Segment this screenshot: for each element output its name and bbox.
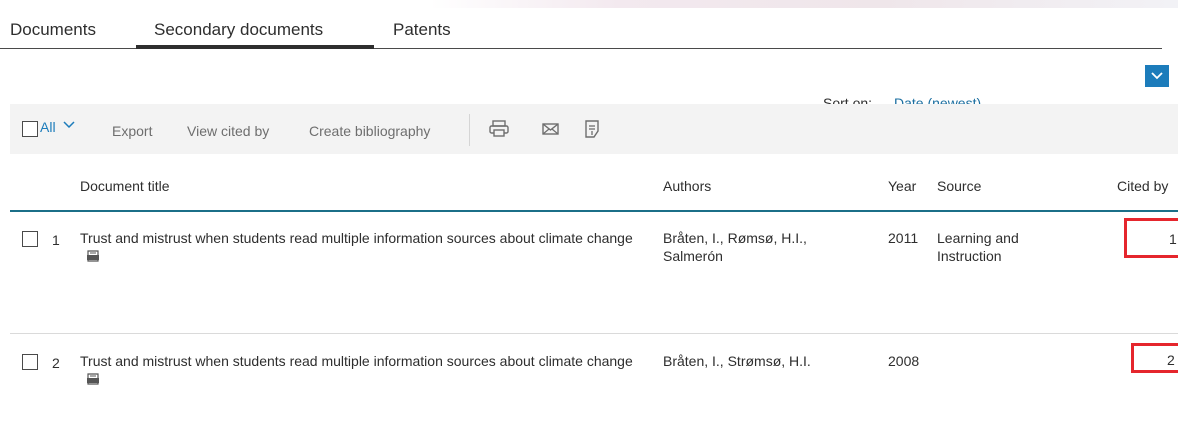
create-bibliography-button[interactable]: Create bibliography <box>309 123 430 139</box>
source-cell[interactable]: Learning and Instruction <box>937 229 1057 265</box>
column-header-year[interactable]: Year <box>888 178 916 194</box>
top-banner-strip <box>430 0 1178 8</box>
column-header-cited-by[interactable]: Cited by <box>1117 178 1168 194</box>
authors-cell[interactable]: Bråten, I., Rømsø, H.I., Salmerón <box>663 229 863 265</box>
document-title-link[interactable]: Trust and mistrust when students read mu… <box>80 230 633 246</box>
active-tab-indicator <box>136 45 374 49</box>
email-icon[interactable] <box>541 119 561 139</box>
row-checkbox[interactable] <box>22 354 38 370</box>
print-icon[interactable] <box>488 119 510 139</box>
row-number: 2 <box>52 355 60 371</box>
row-checkbox[interactable] <box>22 231 38 247</box>
results-tabs: Documents Secondary documents Patents <box>0 14 1162 49</box>
authors-cell[interactable]: Bråten, I., Strømsø, H.I. <box>663 352 863 370</box>
row-separator <box>10 333 1178 334</box>
tab-documents[interactable]: Documents <box>10 20 96 40</box>
results-toolbar: All Export View cited by Create bibliogr… <box>10 104 1178 154</box>
document-title-cell: Trust and mistrust when students read mu… <box>80 352 640 388</box>
annotation-highlight-box <box>1131 343 1178 373</box>
view-at-publisher-icon[interactable] <box>86 249 100 263</box>
select-all-label[interactable]: All <box>40 119 56 135</box>
column-header-source[interactable]: Source <box>937 178 981 194</box>
annotation-highlight-box <box>1124 218 1178 258</box>
column-header-authors[interactable]: Authors <box>663 178 711 194</box>
year-cell: 2008 <box>888 353 920 369</box>
sort-dropdown-button[interactable] <box>1145 65 1169 87</box>
view-at-publisher-icon[interactable] <box>86 372 100 386</box>
column-header-document-title[interactable]: Document title <box>80 178 169 194</box>
save-to-list-icon[interactable] <box>583 119 603 141</box>
chevron-down-icon <box>1151 72 1163 80</box>
table-header-rule <box>10 210 1178 212</box>
document-title-link[interactable]: Trust and mistrust when students read mu… <box>80 353 633 369</box>
export-button[interactable]: Export <box>112 123 152 139</box>
row-number: 1 <box>52 232 60 248</box>
year-cell: 2011 <box>888 230 919 246</box>
toolbar-divider <box>469 114 470 146</box>
tab-secondary-documents[interactable]: Secondary documents <box>154 20 323 40</box>
view-cited-by-button[interactable]: View cited by <box>187 123 269 139</box>
chevron-down-icon[interactable] <box>63 120 75 130</box>
select-all-checkbox[interactable] <box>22 121 38 137</box>
document-title-cell: Trust and mistrust when students read mu… <box>80 229 640 265</box>
tab-patents[interactable]: Patents <box>393 20 451 40</box>
